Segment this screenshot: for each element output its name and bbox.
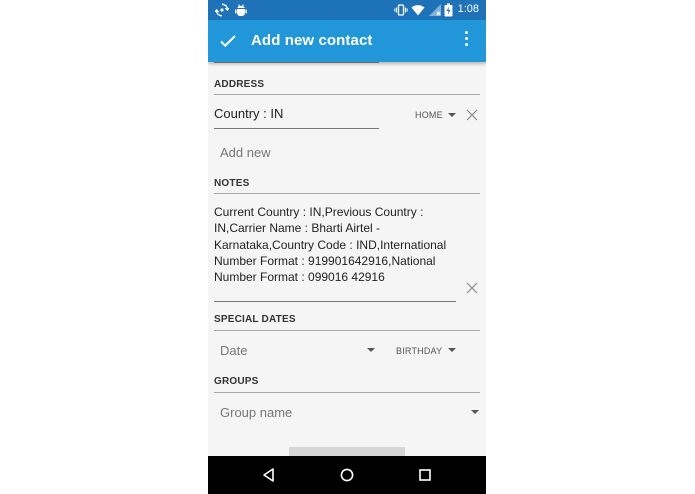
- battery-charging-icon: [444, 3, 453, 17]
- page-title: Add new contact: [251, 32, 373, 49]
- previous-field-underline: [214, 62, 379, 63]
- groups-header: GROUPS: [214, 376, 259, 387]
- app-bar: Add new contact: [208, 20, 486, 62]
- special-dates-header: SPECIAL DATES: [214, 314, 296, 325]
- scroll-indicator: [289, 447, 405, 456]
- address-type-label: HOME: [415, 110, 443, 120]
- status-time: 1:08: [457, 3, 479, 15]
- groups-divider: [214, 392, 480, 393]
- sync-icon: [215, 3, 229, 17]
- date-placeholder: Date: [220, 343, 248, 358]
- notes-divider: [214, 193, 480, 194]
- address-field[interactable]: Country : IN: [214, 106, 283, 121]
- vibrate-icon: [394, 4, 408, 16]
- chevron-down-icon: [367, 348, 375, 352]
- contact-form[interactable]: ADDRESS Country : IN HOME Add new NOTES …: [208, 62, 486, 456]
- address-divider: [214, 94, 480, 95]
- navigation-bar: [208, 456, 486, 494]
- recents-icon[interactable]: [417, 467, 433, 483]
- overflow-menu-icon[interactable]: [460, 31, 472, 51]
- group-placeholder: Group name: [220, 405, 293, 420]
- android-debug-icon: [235, 4, 247, 16]
- home-icon[interactable]: [339, 467, 355, 483]
- notes-header: NOTES: [214, 178, 250, 189]
- notes-field-underline: [214, 301, 456, 302]
- chevron-down-icon: [448, 113, 456, 117]
- clear-address-icon[interactable]: [466, 109, 478, 121]
- special-dates-divider: [214, 330, 480, 331]
- address-header: ADDRESS: [214, 79, 265, 90]
- check-icon[interactable]: [216, 29, 240, 53]
- phone-screen: 1:08 Add new contact ADDRESS Country : I…: [208, 0, 486, 494]
- clear-notes-icon[interactable]: [466, 282, 478, 294]
- status-bar: 1:08: [208, 0, 486, 20]
- add-new-address-button[interactable]: Add new: [220, 145, 271, 160]
- wifi-icon: [411, 5, 425, 16]
- chevron-down-icon: [471, 410, 479, 414]
- no-sim-icon: [429, 4, 441, 16]
- chevron-down-icon: [448, 348, 456, 352]
- date-type-label: BIRTHDAY: [396, 346, 443, 356]
- back-icon[interactable]: [261, 467, 277, 483]
- address-field-underline: [214, 128, 379, 129]
- notes-field[interactable]: Current Country : IN,Previous Country : …: [214, 204, 458, 285]
